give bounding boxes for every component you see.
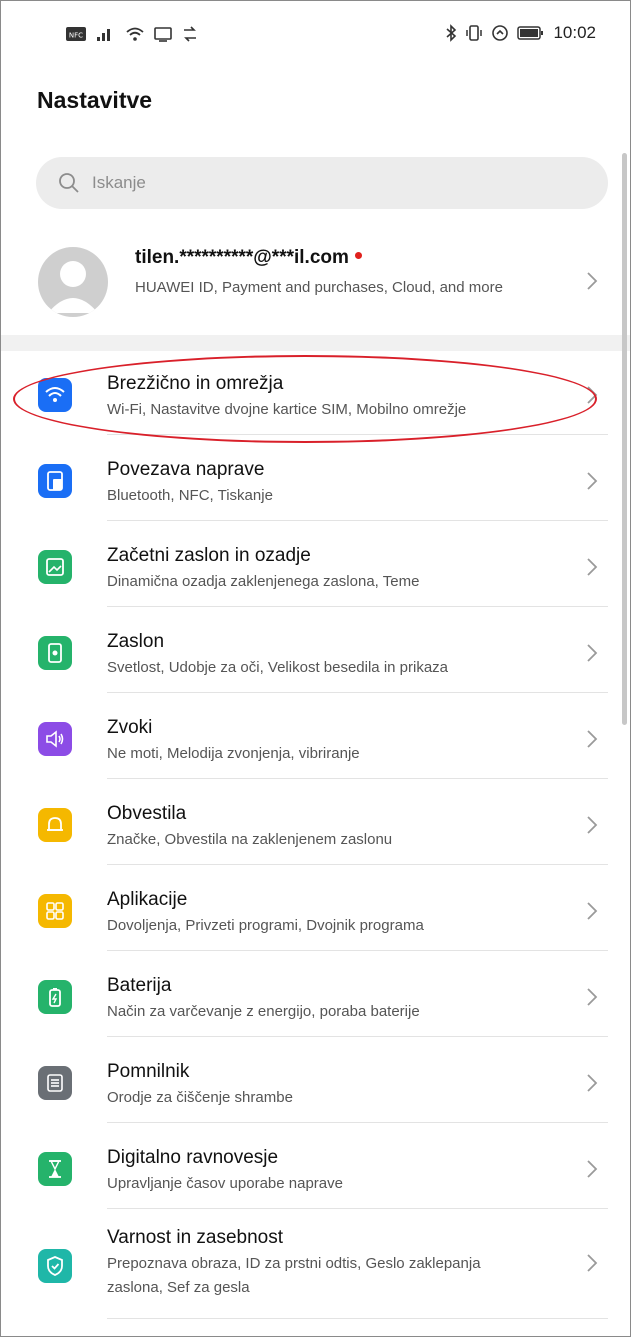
settings-item-wireless[interactable]: Brezžično in omrežja Wi-Fi, Nastavitve d… [1,355,630,435]
chevron-right-icon [587,988,598,1006]
settings-item-title: Brezžično in omrežja [107,373,284,394]
settings-item-title: Zvoki [107,717,153,738]
status-bar: NFC 10:02 [1,1,630,67]
divider [107,950,608,951]
settings-item-subtitle: Orodje za čiščenje shrambe [107,1089,293,1106]
settings-item-title: Baterija [107,975,172,996]
avatar [38,247,108,317]
settings-item-title: Pomnilnik [107,1061,190,1082]
settings-item-subtitle: Prepoznava obraza, ID za prstni odtis, G… [107,1255,481,1272]
page-title: Nastavitve [37,87,153,113]
chevron-right-icon [587,816,598,834]
avatar-placeholder-icon [48,261,98,313]
chevron-right-icon [587,558,598,576]
apps-icon [38,894,72,928]
battery-status-icon [517,26,544,40]
divider [107,1036,608,1037]
data-saver-icon [492,25,509,41]
nfc-icon: NFC [66,27,86,41]
storage-icon [38,1066,72,1100]
settings-item-sounds[interactable]: Zvoki Ne moti, Melodija zvonjenja, vibri… [1,699,630,779]
search-bar[interactable] [36,157,608,209]
settings-screen: NFC 10:02 Nastavitve tilen.**********@**… [0,0,631,1337]
settings-item-subtitle: Način za varčevanje z energijo, poraba b… [107,1003,420,1020]
notification-dot [354,252,362,260]
settings-item-subtitle: Ne moti, Melodija zvonjenja, vibriranje [107,745,360,762]
divider [107,434,608,435]
settings-item-subtitle: Dinamična ozadja zaklenjenega zaslona, T… [107,573,420,590]
signal-icon [97,29,110,41]
settings-item-subtitle: Bluetooth, NFC, Tiskanje [107,487,273,504]
settings-item-notifications[interactable]: Obvestila Značke, Obvestila na zaklenjen… [1,785,630,865]
settings-item-subtitle: Značke, Obvestila na zaklenjenem zaslonu [107,831,393,848]
settings-item-apps[interactable]: Aplikacije Dovoljenja, Privzeti programi… [1,871,630,951]
bluetooth-icon [446,24,457,42]
settings-item-title: Povezava naprave [107,459,265,480]
settings-item-title: Začetni zaslon in ozadje [107,545,311,566]
settings-item-storage[interactable]: Pomnilnik Orodje za čiščenje shrambe [1,1043,630,1123]
hourglass-icon [38,1152,72,1186]
sound-icon [38,722,72,756]
settings-item-title: Obvestila [107,803,187,824]
battery-icon [38,980,72,1014]
divider [107,1318,608,1319]
settings-item-title: Zaslon [107,631,165,652]
settings-item-battery[interactable]: Baterija Način za varčevanje z energijo,… [1,957,630,1037]
divider [107,864,608,865]
wallpaper-icon [38,550,72,584]
chevron-right-icon [587,472,598,490]
sync-icon [184,26,196,42]
cast-icon [154,27,172,42]
chevron-right-icon [587,1074,598,1092]
chevron-right-icon [587,1254,598,1272]
search-icon [59,173,79,193]
chevron-right-icon [587,730,598,748]
status-left-icons: NFC [65,26,199,42]
chevron-right-icon [587,902,598,920]
settings-item-title: Aplikacije [107,889,188,910]
chevron-right-icon [587,386,598,404]
wifi-icon [38,378,72,412]
vibrate-icon [466,25,483,41]
divider [107,606,608,607]
account-row[interactable]: tilen.**********@***il.com HUAWEI ID, Pa… [1,227,630,335]
status-time: 10:02 [553,23,596,42]
settings-item-subtitle: Svetlost, Udobje za oči, Velikost besedi… [107,659,449,676]
settings-item-subtitle-continued: zaslona, Sef za gesla [107,1279,250,1296]
divider [107,520,608,521]
chevron-right-icon [587,272,598,290]
bell-icon [38,808,72,842]
settings-item-title: Digitalno ravnovesje [107,1147,279,1168]
settings-item-subtitle: Dovoljenja, Privzeti programi, Dvojnik p… [107,917,424,934]
chevron-right-icon [587,644,598,662]
settings-item-security[interactable]: Varnost in zasebnost Prepoznava obraza, … [1,1215,630,1319]
account-name: tilen.**********@***il.com [135,247,362,269]
settings-item-digital-balance[interactable]: Digitalno ravnovesje Upravljanje časov u… [1,1129,630,1209]
settings-item-display[interactable]: Zaslon Svetlost, Udobje za oči, Velikost… [1,613,630,693]
chevron-right-icon [587,1160,598,1178]
settings-item-subtitle: Wi-Fi, Nastavitve dvojne kartice SIM, Mo… [107,401,467,418]
divider [107,778,608,779]
search-input[interactable] [90,172,574,194]
divider [107,692,608,693]
shield-icon [38,1249,72,1283]
divider [107,1208,608,1209]
account-description: HUAWEI ID, Payment and purchases, Cloud,… [135,279,503,296]
settings-item-device-connection[interactable]: Povezava naprave Bluetooth, NFC, Tiskanj… [1,441,630,521]
section-gap [1,335,630,351]
wifi-icon [126,27,144,41]
device-connection-icon [38,464,72,498]
status-right-icons: 10:02 [445,23,596,43]
svg-text:NFC: NFC [69,32,83,40]
settings-item-home-screen[interactable]: Začetni zaslon in ozadje Dinamična ozadj… [1,527,630,607]
divider [107,1122,608,1123]
settings-item-subtitle: Upravljanje časov uporabe naprave [107,1175,343,1192]
settings-item-title: Varnost in zasebnost [107,1227,284,1248]
display-icon [38,636,72,670]
